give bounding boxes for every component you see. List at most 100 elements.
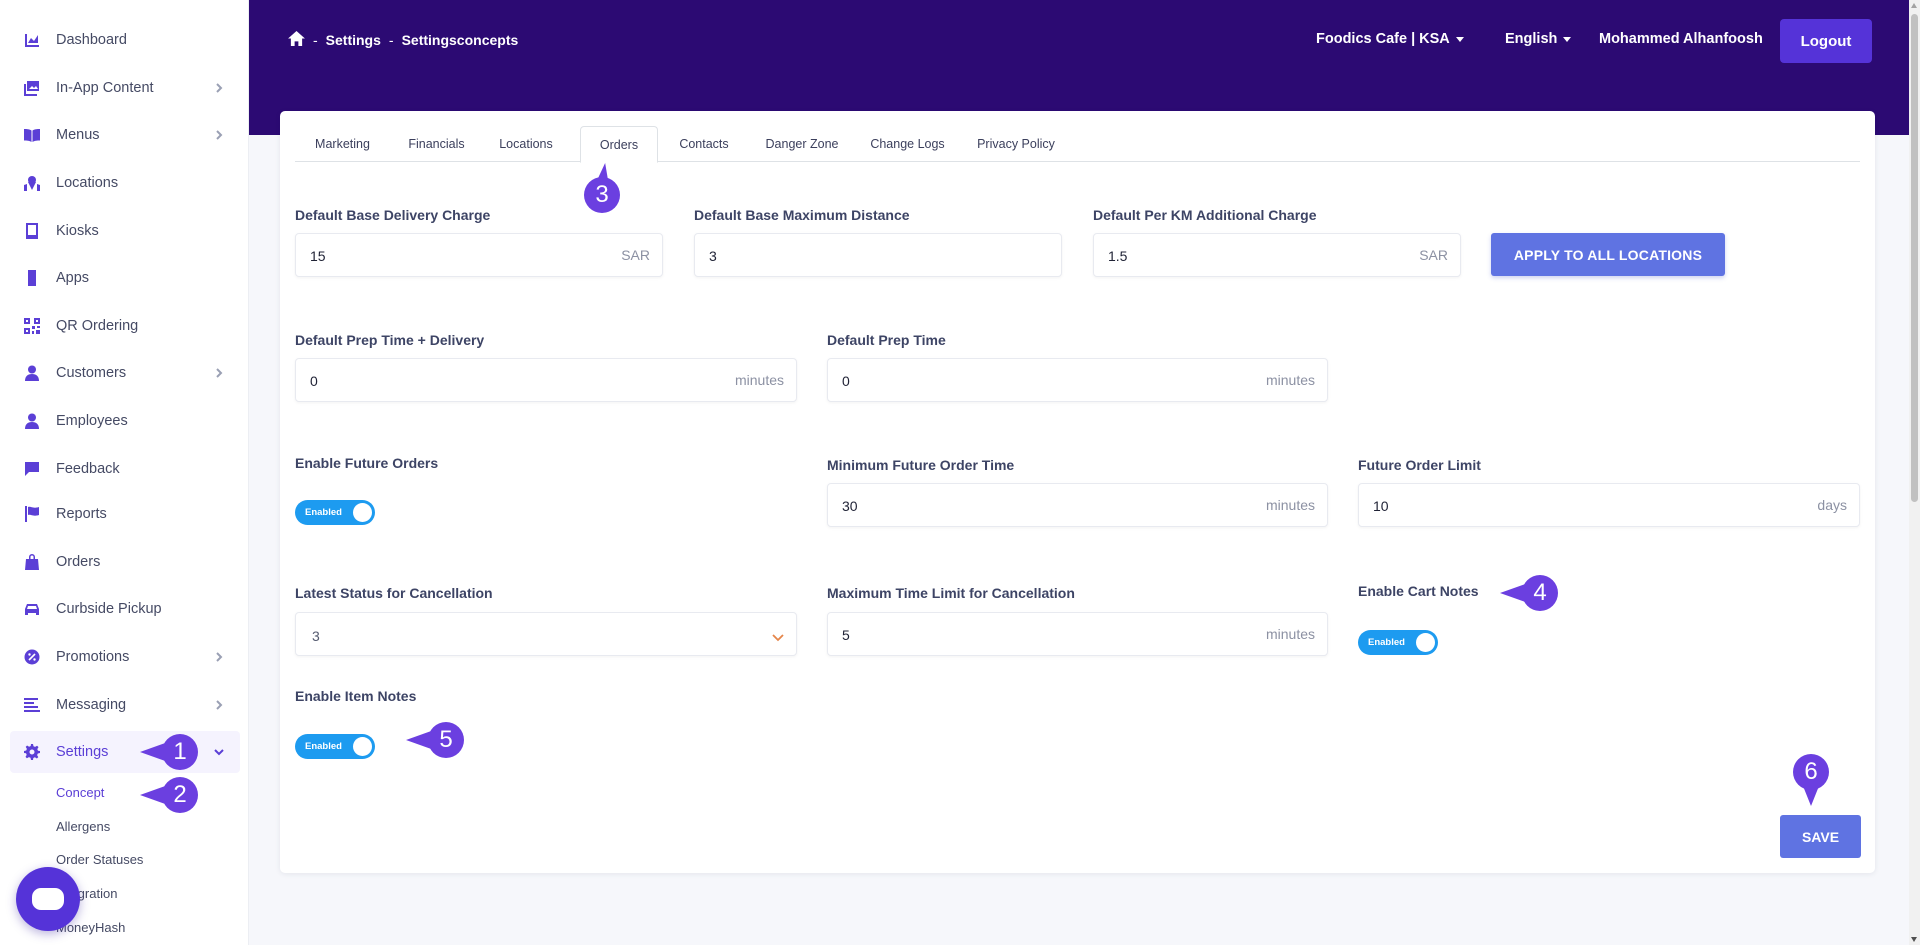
apply-to-all-locations-button[interactable]: APPLY TO ALL LOCATIONS (1491, 233, 1725, 276)
sidebar-item-label: Feedback (56, 461, 120, 477)
images-icon (24, 80, 40, 96)
tab-financials[interactable]: Financials (392, 126, 481, 162)
sidebar-subitem-concept[interactable]: Concept (56, 785, 104, 800)
future-order-limit-input[interactable]: 10 days (1358, 483, 1860, 527)
sidebar-item-customers[interactable]: Customers (10, 352, 240, 394)
cart-notes-toggle[interactable]: Enabled (1358, 630, 1438, 655)
gear-icon (24, 744, 40, 760)
sidebar-item-employees[interactable]: Employees (10, 400, 240, 442)
sidebar-item-dashboard[interactable]: Dashboard (10, 19, 240, 61)
tab-contacts[interactable]: Contacts (664, 126, 744, 162)
sidebar-item-menus[interactable]: Menus (10, 114, 240, 156)
sidebar-item-in-app-content[interactable]: In-App Content (10, 67, 240, 109)
cancel-status-label: Latest Status for Cancellation (295, 585, 493, 601)
marker-number: 1 (173, 738, 187, 765)
chevron-right-icon (212, 366, 226, 380)
user-icon (24, 365, 40, 381)
prep-time-delivery-input[interactable]: 0 minutes (295, 358, 797, 402)
chevron-right-icon (212, 698, 226, 712)
sidebar-item-orders[interactable]: Orders (10, 541, 240, 583)
base-max-distance-input[interactable]: 3 (694, 233, 1062, 277)
chevron-right-icon (212, 650, 226, 664)
logout-button[interactable]: Logout (1780, 19, 1872, 63)
sidebar-item-kiosks[interactable]: Kiosks (10, 210, 240, 252)
tab-change-logs[interactable]: Change Logs (860, 126, 955, 162)
input-value: 0 (310, 373, 318, 389)
sidebar-item-qr-ordering[interactable]: QR Ordering (10, 305, 240, 347)
brand-dropdown[interactable]: Foodics Cafe | KSA (1316, 31, 1464, 47)
sidebar-item-label: Apps (56, 270, 90, 286)
input-value: 1.5 (1108, 248, 1128, 264)
sidebar-item-label: QR Ordering (56, 318, 139, 334)
input-value: 15 (310, 248, 326, 264)
sidebar-item-curbside-pickup[interactable]: Curbside Pickup (10, 588, 240, 630)
marker-number: 5 (439, 726, 453, 753)
cancel-time-limit-label: Maximum Time Limit for Cancellation (827, 585, 1075, 601)
future-orders-toggle[interactable]: Enabled (295, 500, 375, 525)
flag-icon (24, 506, 40, 522)
sidebar-item-settings[interactable]: Settings (10, 731, 240, 773)
breadcrumb-current: Settingsconcepts (401, 32, 519, 48)
sidebar-item-messaging[interactable]: Messaging (10, 684, 240, 726)
sidebar-item-feedback[interactable]: Feedback (10, 448, 240, 490)
sidebar-item-reports[interactable]: Reports (10, 493, 240, 535)
input-unit: SAR (1419, 247, 1448, 263)
breadcrumb-settings[interactable]: Settings (326, 32, 381, 48)
mobile-icon (24, 270, 40, 286)
language-dropdown[interactable]: English (1505, 31, 1572, 47)
sidebar-item-locations[interactable]: Locations (10, 162, 240, 204)
cancel-time-limit-input[interactable]: 5 minutes (827, 612, 1328, 656)
percent-badge-icon (24, 649, 40, 665)
scroll-down-arrow-icon[interactable] (1911, 937, 1917, 942)
input-value: 5 (842, 627, 850, 643)
scroll-up-arrow-icon[interactable] (1911, 3, 1917, 8)
tab-privacy-policy[interactable]: Privacy Policy (966, 126, 1066, 162)
user-name: Mohammed Alhanfoosh (1599, 31, 1763, 47)
align-left-icon (24, 697, 40, 713)
shopping-bag-icon (24, 554, 40, 570)
item-notes-toggle[interactable]: Enabled (295, 734, 375, 759)
min-future-order-time-input[interactable]: 30 minutes (827, 483, 1328, 527)
cancel-status-select[interactable]: 3 (295, 612, 797, 656)
home-icon[interactable] (288, 31, 305, 49)
breadcrumb-separator: - (388, 32, 394, 48)
tab-marketing[interactable]: Marketing (295, 126, 390, 162)
toggle-label: Enabled (305, 507, 342, 518)
chat-launcher-button[interactable] (16, 867, 80, 931)
toggle-label: Enabled (305, 741, 342, 752)
base-delivery-charge-input[interactable]: 15 SAR (295, 233, 663, 277)
breadcrumb-separator: - (313, 32, 318, 48)
step-marker-5: 5 (406, 722, 464, 758)
page-scrollbar[interactable] (1909, 0, 1920, 945)
sidebar-subitem-allergens[interactable]: Allergens (56, 819, 110, 834)
sidebar-item-apps[interactable]: Apps (10, 257, 240, 299)
select-value: 3 (312, 628, 320, 644)
sidebar-item-label: Reports (56, 506, 107, 522)
scrollbar-thumb[interactable] (1911, 14, 1918, 502)
sidebar-item-promotions[interactable]: Promotions (10, 636, 240, 678)
sidebar-item-label: Curbside Pickup (56, 601, 162, 617)
caret-down-icon (1455, 36, 1464, 42)
save-button[interactable]: SAVE (1780, 815, 1861, 858)
sidebar-subitem-order-statuses[interactable]: Order Statuses (56, 852, 143, 867)
toggle-label: Enabled (1368, 637, 1405, 648)
sidebar-item-label: Orders (56, 554, 101, 570)
tab-orders[interactable]: Orders (580, 126, 658, 163)
sidebar-item-label: Kiosks (56, 223, 99, 239)
input-unit: minutes (1265, 626, 1315, 642)
toggle-knob (353, 737, 372, 756)
tab-danger-zone[interactable]: Danger Zone (755, 126, 849, 162)
car-icon (24, 601, 40, 617)
input-value: 10 (1373, 498, 1389, 514)
sidebar-item-label: Menus (56, 127, 100, 143)
per-km-charge-input[interactable]: 1.5 SAR (1093, 233, 1461, 277)
input-value: 0 (842, 373, 850, 389)
step-marker-2: 2 (140, 777, 198, 813)
map-marked-icon (24, 175, 40, 191)
tab-locations[interactable]: Locations (485, 126, 567, 162)
item-notes-label: Enable Item Notes (295, 688, 417, 704)
step-marker-6: 6 (1793, 754, 1829, 806)
step-marker-4: 4 (1500, 575, 1558, 611)
prep-time-input[interactable]: 0 minutes (827, 358, 1328, 402)
prep-time-label: Default Prep Time (827, 332, 946, 348)
